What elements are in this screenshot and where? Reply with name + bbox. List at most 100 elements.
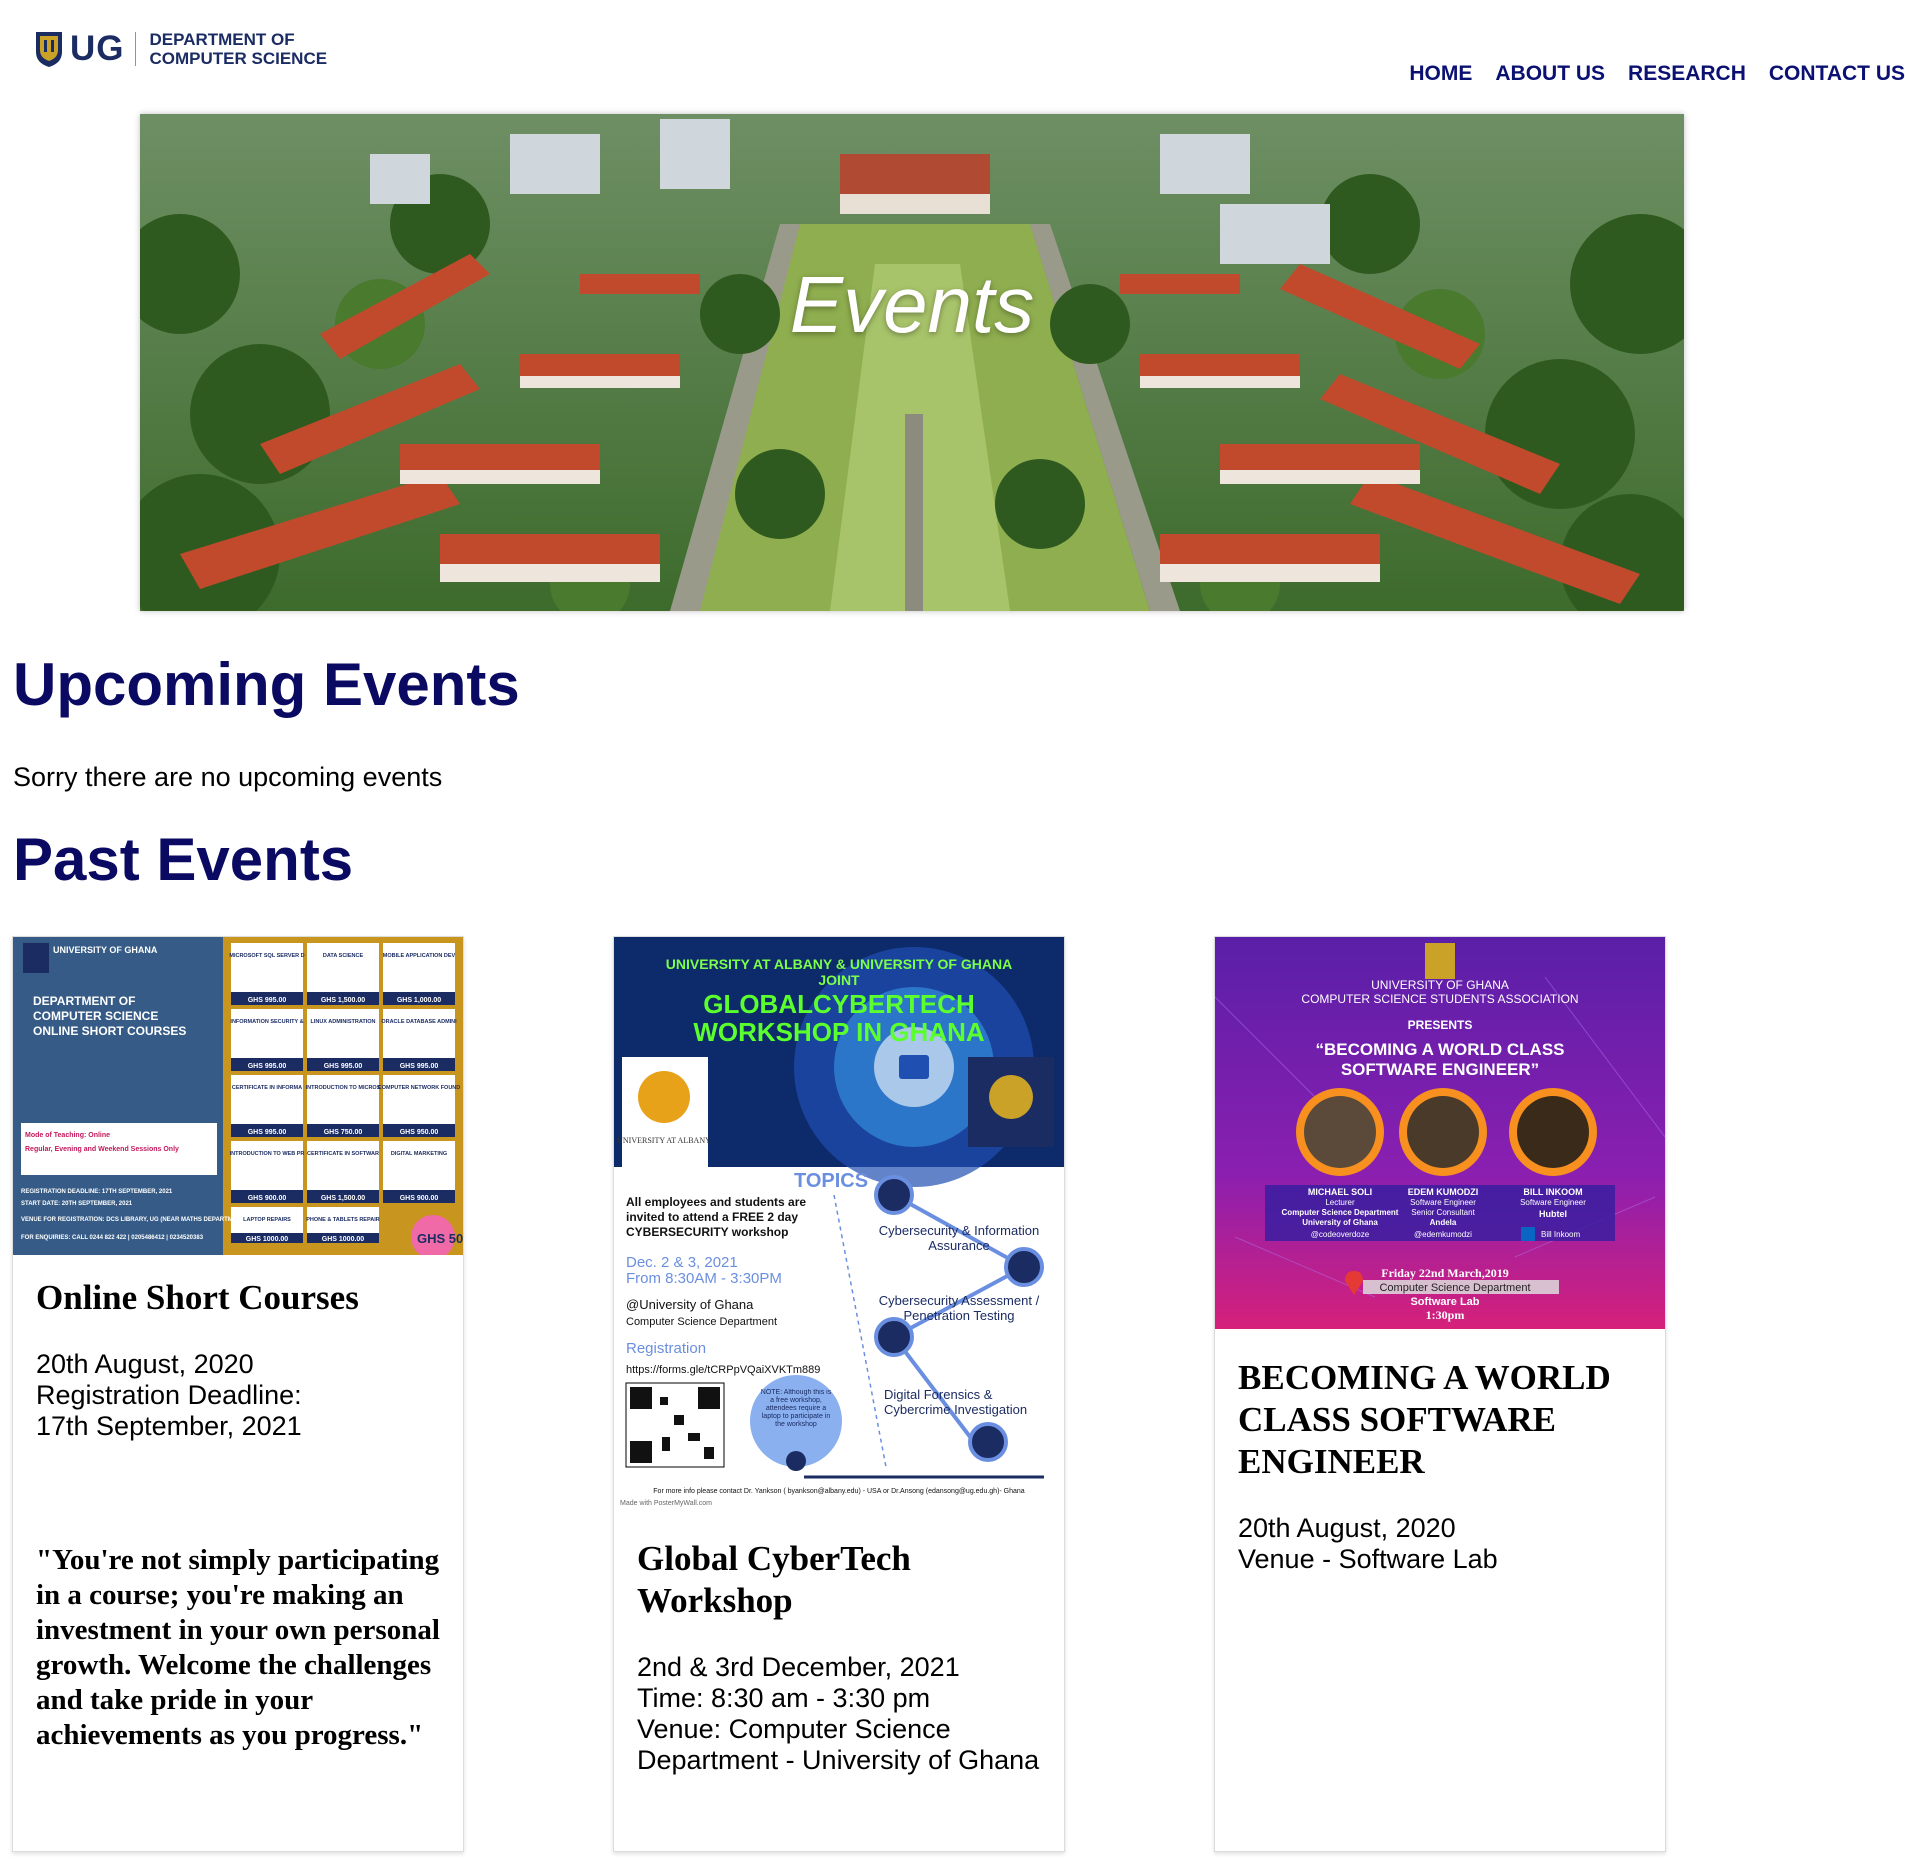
- poster3-headline2: SOFTWARE ENGINEER”: [1341, 1060, 1539, 1079]
- poster3-sp2-handle: @edemkumodzi: [1414, 1230, 1472, 1239]
- upcoming-events-heading: Upcoming Events: [13, 651, 520, 718]
- hero-banner: Events: [140, 114, 1684, 611]
- poster1-school: UNIVERSITY OF GHANA: [53, 945, 158, 955]
- poster1-title2: COMPUTER SCIENCE: [33, 1009, 158, 1023]
- course-price: GHS 995.00: [248, 1129, 287, 1136]
- course-name: ORACLE DATABASE ADMINI: [381, 1019, 457, 1025]
- course-price: GHS 995.00: [248, 997, 287, 1004]
- event-details: 20th August, 2020 Venue - Software Lab: [1238, 1513, 1647, 1575]
- event-date: 20th August, 2020: [36, 1349, 254, 1379]
- poster2-place2: Computer Science Department: [626, 1316, 777, 1328]
- event-venue: Venue: Computer Science Department - Uni…: [637, 1714, 1040, 1775]
- nav-home[interactable]: HOME: [1409, 62, 1472, 86]
- poster3-sp1-org2: University of Ghana: [1302, 1218, 1378, 1227]
- main-nav: HOME ABOUT US RESEARCH CONTACT US: [1386, 62, 1905, 86]
- nav-about-us[interactable]: ABOUT US: [1495, 62, 1605, 86]
- poster2-contact: For more info please contact Dr. Yankson…: [653, 1488, 1025, 1495]
- poster2-made: Made with PosterMyWall.com: [620, 1500, 712, 1507]
- poster3-sp1-role: Lecturer: [1325, 1198, 1355, 1207]
- course-name: INFORMATION SECURITY &: [230, 1019, 303, 1025]
- poster3-sp2-name: EDEM KUMODZI: [1408, 1187, 1479, 1197]
- event-deadline-label: Registration Deadline:: [36, 1380, 302, 1410]
- poster1-mode: Mode of Teaching: Online: [25, 1132, 110, 1139]
- poster1-start: START DATE: 20TH SEPTEMBER, 2021: [21, 1201, 133, 1207]
- event-venue: Venue - Software Lab: [1238, 1544, 1498, 1574]
- nav-research[interactable]: RESEARCH: [1628, 62, 1746, 86]
- poster3-headline1: “BECOMING A WORLD CLASS: [1315, 1040, 1564, 1059]
- poster2-topic3: Digital Forensics & Cybercrime Investiga…: [884, 1387, 1028, 1417]
- course-price: GHS 1000.00: [322, 1236, 365, 1243]
- event-deadline-date: 17th September, 2021: [36, 1411, 302, 1441]
- site-logo[interactable]: UG DEPARTMENT OF COMPUTER SCIENCE: [34, 30, 327, 68]
- poster2-place1: @University of Ghana: [626, 1297, 754, 1312]
- poster2-top3: GLOBALCYBERTECH: [703, 989, 975, 1019]
- event-date: 20th August, 2020: [1238, 1513, 1456, 1543]
- poster2-dates: Dec. 2 & 3, 2021: [626, 1254, 738, 1271]
- poster2-top1: UNIVERSITY AT ALBANY & UNIVERSITY OF GHA…: [666, 956, 1012, 972]
- course-name: INTRODUCTION TO WEB PR: [230, 1151, 305, 1157]
- poster1-title3: ONLINE SHORT COURSES: [33, 1024, 186, 1038]
- course-name: LAPTOP REPAIRS: [243, 1217, 291, 1223]
- poster2-url: https://forms.gle/tCRPpVQaiXVKTm889: [626, 1364, 820, 1376]
- poster2-reg: Registration: [626, 1340, 706, 1357]
- event-title[interactable]: BECOMING A WORLD CLASS SOFTWARE ENGINEER: [1238, 1357, 1647, 1483]
- event-title[interactable]: Global CyberTech Workshop: [637, 1538, 1046, 1622]
- nav-contact-us[interactable]: CONTACT US: [1769, 62, 1905, 86]
- poster3-sp3-role: Software Engineer: [1520, 1198, 1586, 1207]
- campus-aerial-image: [140, 114, 1684, 611]
- course-name: CERTIFICATE IN SOFTWAR: [307, 1151, 379, 1157]
- course-price: GHS 750.00: [324, 1129, 363, 1136]
- poster3-sp1-handle: @codeoverdoze: [1311, 1230, 1370, 1239]
- poster3-org1: UNIVERSITY OF GHANA: [1371, 978, 1509, 992]
- course-price: GHS 995.00: [324, 1063, 363, 1070]
- poster1-course-grid: MICROSOFT SQL SERVER D GHS 995.00 DATA SCI…: [229, 943, 460, 1243]
- event-time: Time: 8:30 am - 3:30 pm: [637, 1683, 931, 1713]
- course-price: GHS 995.00: [400, 1063, 439, 1070]
- poster1-venue: VENUE FOR REGISTRATION: DCS LIBRARY, UG …: [21, 1217, 247, 1223]
- course-price: GHS 1,500.00: [321, 997, 365, 1004]
- poster2-note: NOTE: Although this is a free workshop, …: [760, 1389, 832, 1428]
- poster1-call: FOR ENQUIRIES: CALL 0244 822 422 | 02054…: [21, 1235, 204, 1241]
- course-price: GHS 1000.00: [246, 1236, 289, 1243]
- poster3-sp3-name: BILL INKOOM: [1523, 1187, 1582, 1197]
- course-price: GHS 950.00: [400, 1129, 439, 1136]
- course-name: CERTIFICATE IN INFORMA: [232, 1085, 302, 1091]
- logo-ug-text: UG: [70, 29, 125, 68]
- hero-title: Events: [789, 260, 1035, 349]
- past-events-heading: Past Events: [13, 826, 354, 893]
- event-details: 2nd & 3rd December, 2021 Time: 8:30 am -…: [637, 1652, 1046, 1776]
- course-price: GHS 900.00: [248, 1195, 287, 1202]
- logo-dept-line1: DEPARTMENT OF: [149, 30, 295, 49]
- logo-department-text: DEPARTMENT OF COMPUTER SCIENCE: [150, 30, 328, 68]
- course-price: GHS 900.00: [400, 1195, 439, 1202]
- poster3-venue2: Software Lab: [1410, 1296, 1479, 1308]
- course-name: INTRODUCTION TO MICROS: [306, 1085, 381, 1091]
- poster1-title1: DEPARTMENT OF: [33, 994, 135, 1008]
- poster2-invite: All employees and students are invited t…: [626, 1195, 807, 1239]
- event-title[interactable]: Online Short Courses: [36, 1277, 445, 1319]
- poster3-org2: COMPUTER SCIENCE STUDENTS ASSOCIATION: [1301, 992, 1578, 1006]
- online-short-courses-poster: UNIVERSITY OF GHANA DEPARTMENT OF COMPUT…: [13, 937, 463, 1255]
- course-name: COMPUTER NETWORK FOUND: [378, 1085, 461, 1091]
- event-card-global-cybertech[interactable]: UNIVERSITY AT ALBANY & UNIVERSITY OF GHA…: [613, 936, 1065, 1852]
- event-date: 2nd & 3rd December, 2021: [637, 1652, 960, 1682]
- event-card-online-short-courses[interactable]: UNIVERSITY OF GHANA DEPARTMENT OF COMPUT…: [12, 936, 464, 1852]
- poster3-presents: PRESENTS: [1408, 1018, 1473, 1032]
- global-cybertech-poster: UNIVERSITY AT ALBANY & UNIVERSITY OF GHA…: [614, 937, 1064, 1507]
- logo-dept-line2: COMPUTER SCIENCE: [149, 49, 328, 68]
- poster3-sp3-handle: Bill Inkoom: [1541, 1230, 1580, 1239]
- poster3-sp2-role: Software Engineer: [1410, 1198, 1476, 1207]
- course-price: GHS 1,500.00: [321, 1195, 365, 1202]
- event-quote: "You're not simply participating in a co…: [36, 1544, 440, 1751]
- poster3-sp1-org: Computer Science Department: [1282, 1208, 1399, 1217]
- course-name: DATA SCIENCE: [323, 953, 364, 959]
- poster2-time: From 8:30AM - 3:30PM: [626, 1270, 782, 1287]
- event-card-world-class-software-engineer[interactable]: UNIVERSITY OF GHANA COMPUTER SCIENCE STU…: [1214, 936, 1666, 1852]
- poster3-sp2-org: Senior Consultant: [1411, 1208, 1475, 1217]
- poster2-albany: UNIVERSITY AT ALBANY: [617, 1136, 711, 1145]
- poster3-time: 1:30pm: [1426, 1308, 1465, 1322]
- world-class-engineer-poster: UNIVERSITY OF GHANA COMPUTER SCIENCE STU…: [1215, 937, 1665, 1329]
- poster3-sp3-org: Hubtel: [1539, 1209, 1567, 1219]
- course-price: GHS 1,000.00: [397, 997, 441, 1004]
- ug-crest-icon: [36, 32, 62, 67]
